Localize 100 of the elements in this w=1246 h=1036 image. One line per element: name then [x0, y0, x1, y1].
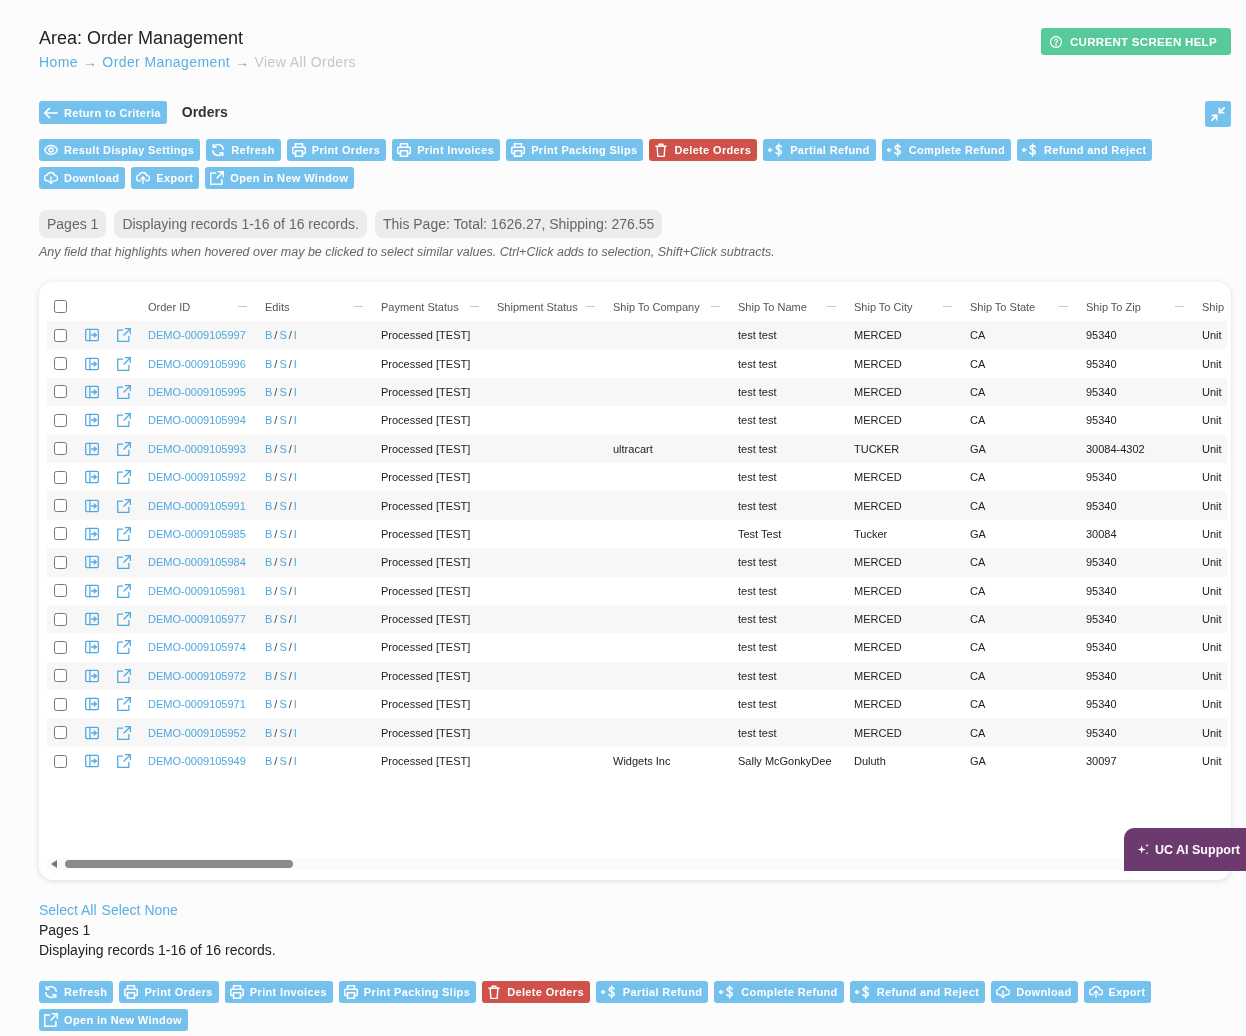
- display-settings-button[interactable]: Result Display Settings: [39, 139, 201, 161]
- refund-button[interactable]: Refund and Reject: [1016, 139, 1153, 161]
- refresh-button[interactable]: Refresh: [39, 981, 114, 1003]
- order-id-link[interactable]: DEMO-0009105993: [148, 442, 246, 455]
- row-checkbox[interactable]: [54, 754, 67, 768]
- order-id-link[interactable]: DEMO-0009105997: [148, 329, 246, 342]
- external-link-icon[interactable]: [117, 668, 131, 683]
- order-id-link[interactable]: DEMO-0009105981: [148, 584, 246, 597]
- order-id-link[interactable]: DEMO-0009105972: [148, 669, 246, 682]
- refund-button[interactable]: Complete Refund: [881, 139, 1011, 161]
- column-header[interactable]: Order ID: [148, 300, 191, 313]
- edit-link[interactable]: S: [279, 527, 287, 540]
- edit-link[interactable]: S: [279, 442, 287, 455]
- external-link-icon[interactable]: [117, 470, 131, 485]
- edit-link[interactable]: I: [293, 471, 297, 484]
- row-checkbox[interactable]: [54, 584, 67, 598]
- refund-button[interactable]: Complete Refund: [714, 981, 844, 1003]
- edit-link[interactable]: S: [279, 584, 287, 597]
- edit-link[interactable]: I: [293, 442, 297, 455]
- row-checkbox[interactable]: [54, 413, 67, 427]
- order-id-link[interactable]: DEMO-0009105992: [148, 471, 246, 484]
- external-link-icon[interactable]: [117, 526, 131, 541]
- edit-link[interactable]: S: [279, 698, 287, 711]
- print-button[interactable]: Print Orders: [286, 139, 387, 161]
- edit-link[interactable]: S: [279, 471, 287, 484]
- row-checkbox[interactable]: [54, 442, 67, 456]
- edit-link[interactable]: B: [265, 669, 273, 682]
- edit-link[interactable]: I: [293, 414, 297, 427]
- edit-link[interactable]: B: [265, 584, 273, 597]
- edit-link[interactable]: B: [265, 755, 273, 768]
- edit-link[interactable]: S: [279, 613, 287, 626]
- external-link-icon[interactable]: [117, 583, 131, 598]
- edit-link[interactable]: B: [265, 613, 273, 626]
- edit-link[interactable]: S: [279, 726, 287, 739]
- edit-link[interactable]: I: [293, 357, 297, 370]
- print-button[interactable]: Print Invoices: [224, 981, 333, 1003]
- column-header[interactable]: Ship To State: [970, 300, 1036, 313]
- external-link-icon[interactable]: [117, 413, 131, 428]
- edit-link[interactable]: S: [279, 755, 287, 768]
- refund-button[interactable]: Refund and Reject: [849, 981, 986, 1003]
- print-button[interactable]: Print Orders: [119, 981, 219, 1003]
- external-link-icon[interactable]: [117, 612, 131, 627]
- new-window-button[interactable]: Open in New Window: [205, 167, 355, 189]
- new-window-button[interactable]: Open in New Window: [39, 1009, 189, 1031]
- external-link-icon[interactable]: [117, 555, 131, 570]
- export-button[interactable]: Export: [1083, 981, 1152, 1003]
- edit-link[interactable]: I: [293, 755, 297, 768]
- edit-link[interactable]: S: [279, 357, 287, 370]
- edit-link[interactable]: I: [293, 613, 297, 626]
- select-all-checkbox[interactable]: [54, 300, 67, 313]
- edit-link[interactable]: S: [279, 414, 287, 427]
- order-id-link[interactable]: DEMO-0009105971: [148, 698, 246, 711]
- download-button[interactable]: Download: [991, 981, 1078, 1003]
- edit-link[interactable]: B: [265, 726, 273, 739]
- breadcrumb-link[interactable]: Order Management: [102, 52, 231, 72]
- external-link-icon[interactable]: [117, 441, 131, 456]
- order-id-link[interactable]: DEMO-0009105995: [148, 385, 246, 398]
- refresh-button[interactable]: Refresh: [206, 139, 281, 161]
- back-button[interactable]: Return to Criteria: [39, 101, 167, 124]
- edit-link[interactable]: I: [293, 499, 297, 512]
- edit-link[interactable]: I: [293, 584, 297, 597]
- column-header[interactable]: Ship: [1202, 300, 1225, 313]
- row-checkbox[interactable]: [54, 470, 67, 484]
- export-button[interactable]: Export: [131, 167, 200, 189]
- edit-link[interactable]: S: [279, 385, 287, 398]
- row-checkbox[interactable]: [54, 385, 67, 399]
- external-link-icon[interactable]: [117, 498, 131, 513]
- external-link-icon[interactable]: [117, 697, 131, 712]
- order-id-link[interactable]: DEMO-0009105996: [148, 357, 246, 370]
- column-header[interactable]: Ship To Name: [738, 300, 807, 313]
- breadcrumb-link[interactable]: Home: [39, 52, 78, 72]
- order-id-link[interactable]: DEMO-0009105974: [148, 641, 246, 654]
- select-link[interactable]: Select All: [39, 900, 97, 920]
- column-header[interactable]: Edits: [265, 300, 290, 313]
- edit-link[interactable]: I: [293, 669, 297, 682]
- edit-link[interactable]: B: [265, 698, 273, 711]
- print-button[interactable]: Print Packing Slips: [506, 139, 644, 161]
- external-link-icon[interactable]: [117, 754, 131, 769]
- edit-link[interactable]: I: [293, 698, 297, 711]
- edit-link[interactable]: B: [265, 499, 273, 512]
- delete-button[interactable]: Delete Orders: [649, 139, 758, 161]
- row-checkbox[interactable]: [54, 697, 67, 711]
- edit-link[interactable]: S: [279, 499, 287, 512]
- external-link-icon[interactable]: [117, 384, 131, 399]
- external-link-icon[interactable]: [117, 328, 131, 343]
- external-link-icon[interactable]: [117, 356, 131, 371]
- edit-link[interactable]: S: [279, 641, 287, 654]
- row-checkbox[interactable]: [54, 669, 67, 683]
- edit-link[interactable]: B: [265, 641, 273, 654]
- refund-button[interactable]: Partial Refund: [595, 981, 709, 1003]
- download-button[interactable]: Download: [39, 167, 126, 189]
- support-button[interactable]: UC AI Support: [1124, 828, 1246, 871]
- row-checkbox[interactable]: [54, 612, 67, 626]
- column-header[interactable]: Ship To City: [854, 300, 913, 313]
- row-checkbox[interactable]: [54, 641, 67, 654]
- scroll-left-icon[interactable]: [51, 860, 57, 868]
- edit-link[interactable]: I: [293, 527, 297, 540]
- order-id-link[interactable]: DEMO-0009105949: [148, 755, 246, 768]
- delete-button[interactable]: Delete Orders: [482, 981, 590, 1003]
- column-header[interactable]: Ship To Zip: [1086, 300, 1141, 313]
